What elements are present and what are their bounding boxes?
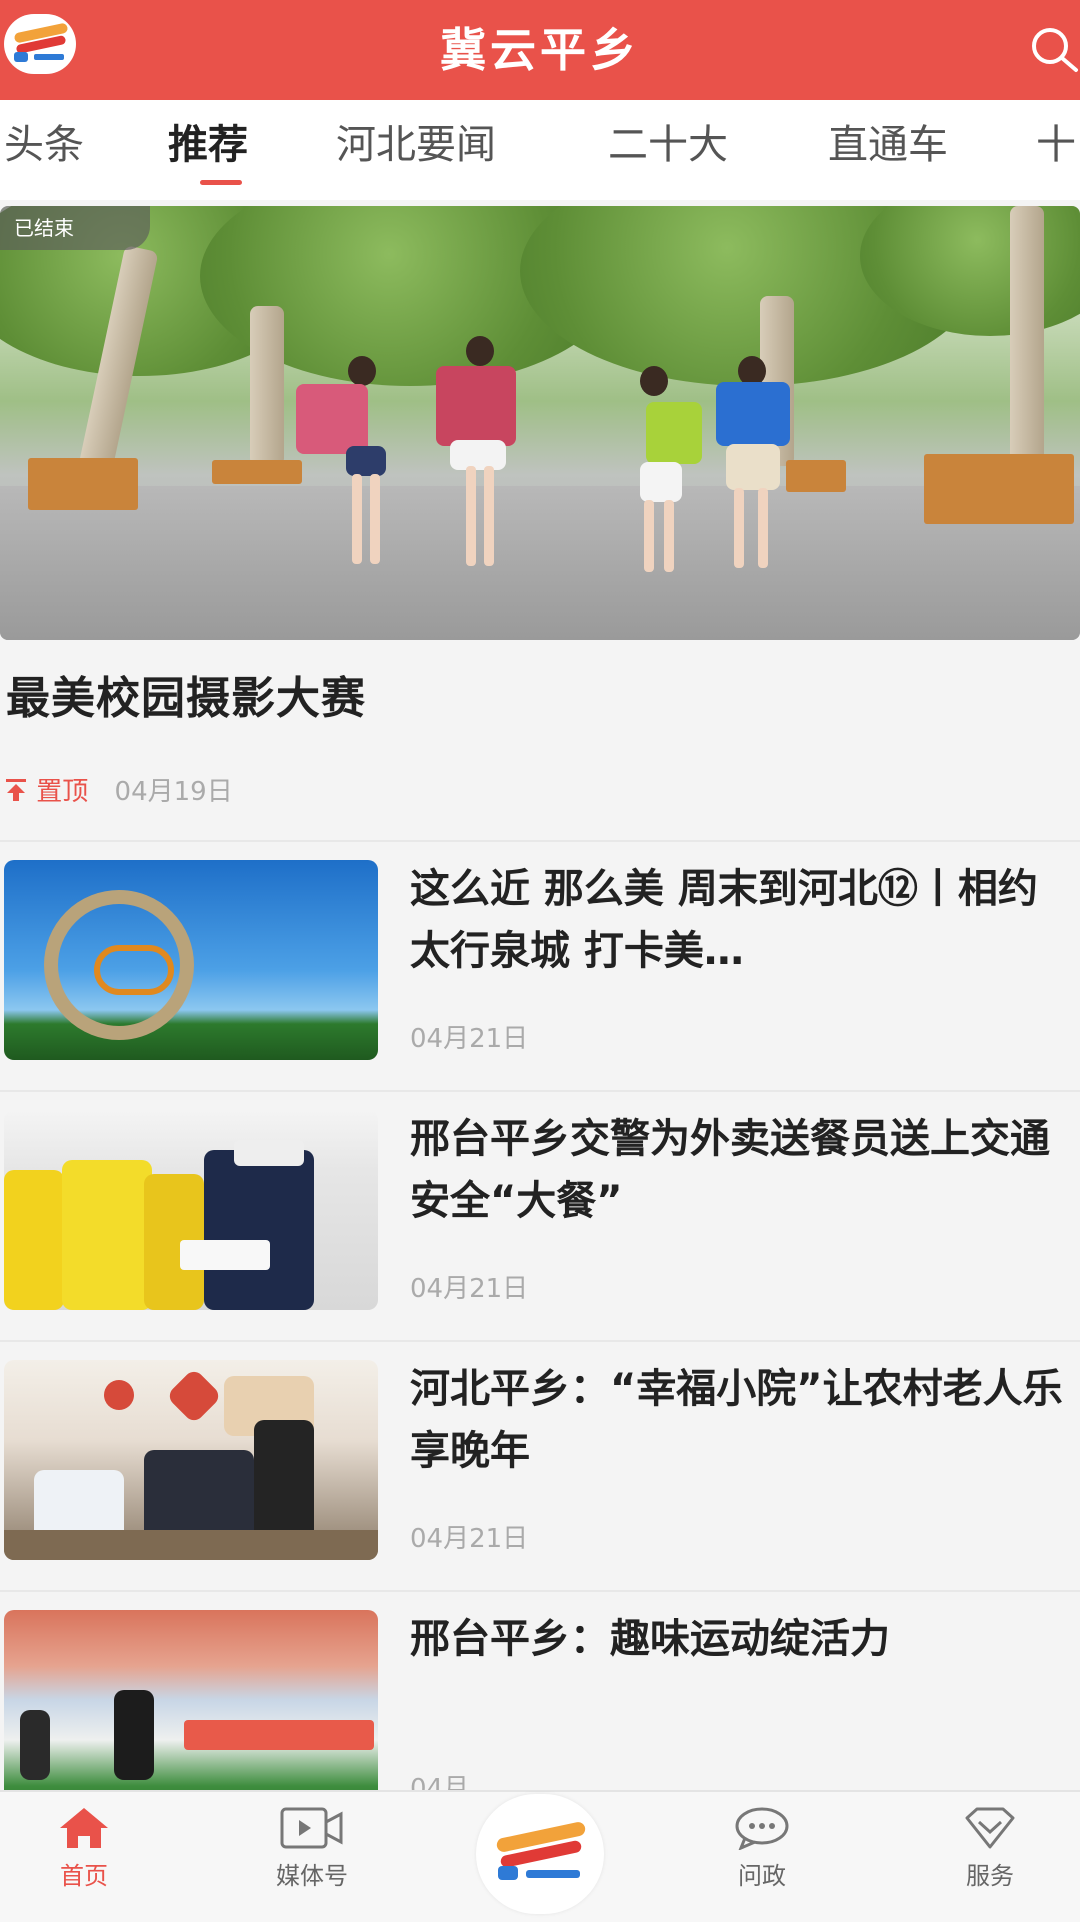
news-thumbnail [4,1110,378,1310]
nav-service[interactable]: 服务 [930,1806,1050,1891]
news-thumbnail [4,860,378,1060]
status-badge: 已结束 [0,206,150,250]
center-logo-icon[interactable] [476,1794,604,1914]
pin-label: 置顶 [36,777,89,807]
featured-title[interactable]: 最美校园摄影大赛 [6,662,366,726]
nav-home[interactable]: 首页 [24,1806,144,1891]
nav-wenzheng-label: 问政 [738,1862,786,1890]
tab-toutiao[interactable]: 头条 [4,120,84,170]
app-title: 冀云平乡 [440,23,640,77]
nav-service-label: 服务 [966,1862,1014,1890]
diamond-icon [965,1807,1015,1849]
divider [0,840,1080,842]
bottom-nav: 首页 媒体号 问政 服务 [0,1790,1080,1922]
active-tab-indicator [200,180,242,185]
home-icon [60,1808,108,1848]
tab-more[interactable]: 十 [1036,120,1076,170]
divider [0,1340,1080,1342]
news-title: 邢台平乡：趣味运动绽活力 [410,1616,890,1662]
news-date: 04月21日 [410,1024,529,1054]
featured-meta: 置顶 04月19日 [4,774,233,810]
divider [0,1090,1080,1092]
news-item[interactable]: 这么近 那么美 周末到河北⑫丨相约太行泉城 打卡美… 04月21日 [0,848,1080,1098]
news-item[interactable]: 邢台平乡交警为外卖送餐员送上交通安全“大餐” 04月21日 [0,1098,1080,1348]
featured-banner[interactable]: 已结束 [0,206,1080,640]
tab-recommend[interactable]: 推荐 [168,120,248,170]
news-item[interactable]: 河北平乡：“幸福小院”让农村老人乐享晚年 04月21日 [0,1348,1080,1598]
news-date: 04月21日 [410,1524,529,1554]
channel-tabs: 头条 推荐 河北要闻 二十大 直通车 十 [0,100,1080,200]
tab-hebei-news[interactable]: 河北要闻 [336,120,496,170]
campus-photo [0,206,1080,640]
featured-date: 04月19日 [114,777,233,807]
news-title: 这么近 那么美 周末到河北⑫丨相约太行泉城 打卡美… [410,866,1038,974]
pin-arrow-icon [6,779,26,801]
search-icon[interactable] [1024,20,1080,80]
divider [0,1590,1080,1592]
news-title: 邢台平乡交警为外卖送餐员送上交通安全“大餐” [410,1116,1050,1224]
news-title: 河北平乡：“幸福小院”让农村老人乐享晚年 [410,1366,1063,1474]
tab-express[interactable]: 直通车 [828,120,948,170]
tab-twentieth-congress[interactable]: 二十大 [608,120,728,170]
nav-home-label: 首页 [60,1862,108,1890]
news-thumbnail [4,1610,378,1810]
news-date: 04月21日 [410,1274,529,1304]
app-header: 冀云平乡 [0,0,1080,100]
nav-wenzheng[interactable]: 问政 [702,1806,822,1891]
news-thumbnail [4,1360,378,1560]
nav-media[interactable]: 媒体号 [252,1806,372,1891]
nav-media-label: 媒体号 [276,1862,348,1890]
video-icon [280,1807,343,1849]
chat-icon [735,1807,789,1850]
